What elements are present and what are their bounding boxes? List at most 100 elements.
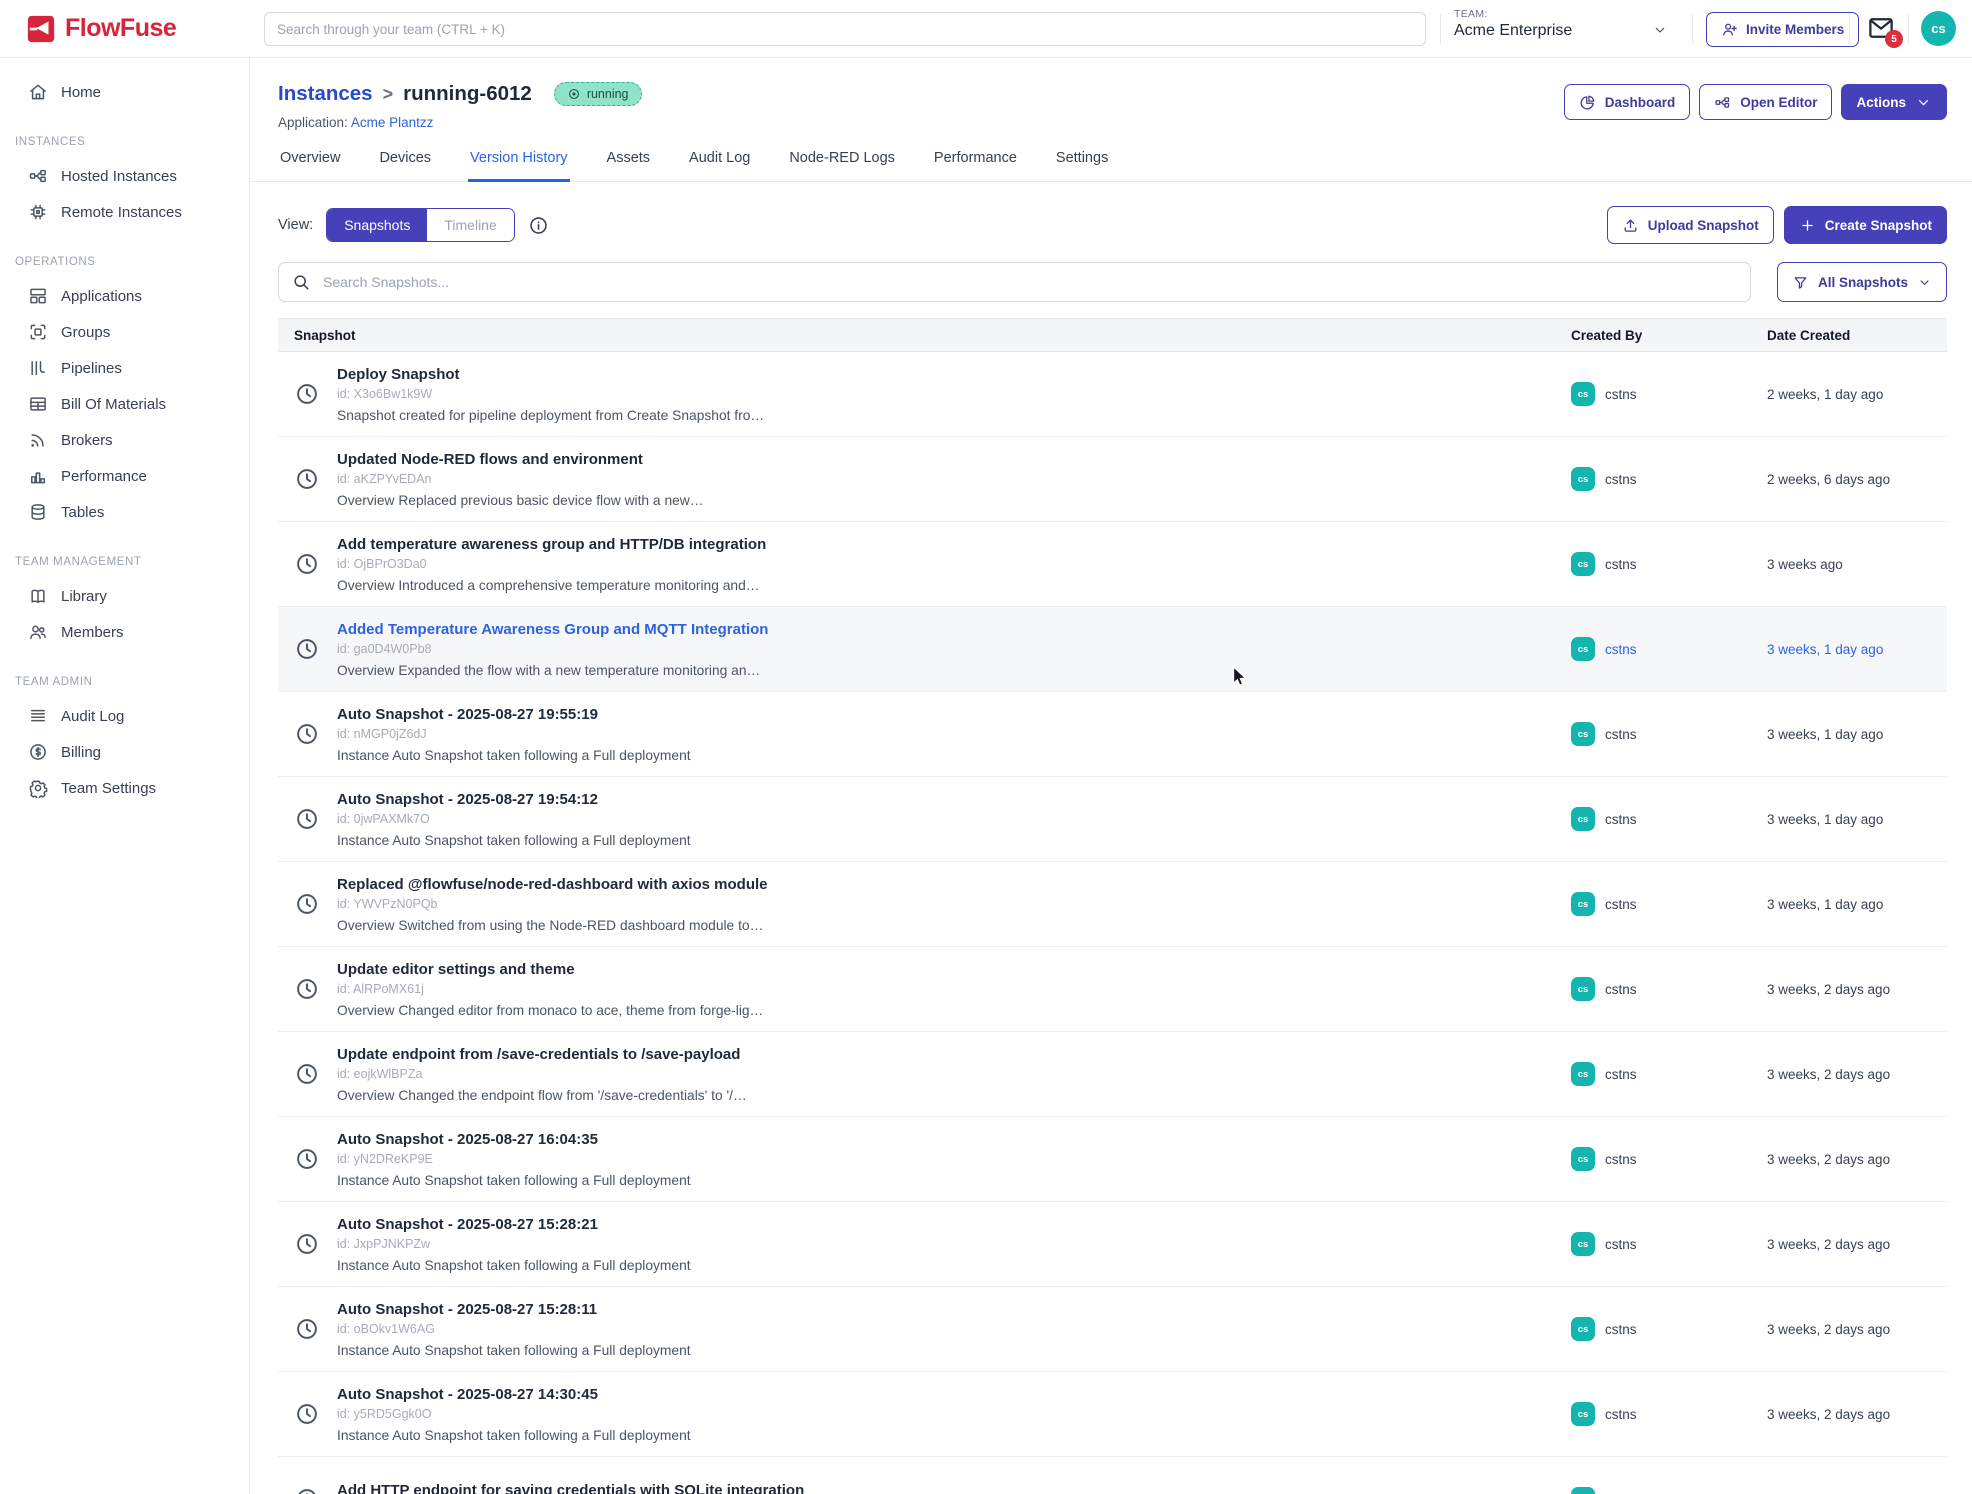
snapshot-row[interactable]: Updated Node-RED flows and environment id… <box>278 437 1947 522</box>
snapshot-title[interactable]: Updated Node-RED flows and environment <box>337 451 704 468</box>
snapshot-title[interactable]: Deploy Snapshot <box>337 366 764 383</box>
snapshot-row[interactable]: Auto Snapshot - 2025-08-27 15:28:21id: J… <box>278 1202 1947 1287</box>
snapshot-id: id: aKZPYvEDAn <box>337 472 704 486</box>
nodes-icon <box>28 166 48 186</box>
snapshot-cell: Auto Snapshot - 2025-08-27 15:28:11id: o… <box>278 1301 1559 1358</box>
notifications-button[interactable]: 5 <box>1866 13 1896 43</box>
tab-devices[interactable]: Devices <box>377 138 433 182</box>
snapshot-row[interactable]: Auto Snapshot - 2025-08-27 19:55:19id: n… <box>278 692 1947 777</box>
snapshot-title[interactable]: Auto Snapshot - 2025-08-27 19:54:12 <box>337 791 691 808</box>
chevron-down-icon[interactable] <box>1652 22 1668 38</box>
actions-button[interactable]: Actions <box>1841 84 1947 120</box>
sidebar-item-team-settings[interactable]: Team Settings <box>0 770 249 806</box>
snapshot-filter-button[interactable]: All Snapshots <box>1777 262 1947 302</box>
application-link[interactable]: Acme Plantzz <box>351 115 434 130</box>
snapshot-row[interactable]: Added Temperature Awareness Group and MQ… <box>278 607 1947 692</box>
team-search[interactable] <box>264 12 1426 46</box>
sidebar-item-label: Members <box>61 624 124 641</box>
snapshot-title[interactable]: Replaced @flowfuse/node-red-dashboard wi… <box>337 876 768 893</box>
sidebar-item-audit-log[interactable]: Audit Log <box>0 698 249 734</box>
sidebar-item-members[interactable]: Members <box>0 614 249 650</box>
snapshot-title[interactable]: Auto Snapshot - 2025-08-27 14:30:45 <box>337 1386 691 1403</box>
snapshot-title[interactable]: Auto Snapshot - 2025-08-27 15:28:11 <box>337 1301 691 1318</box>
sidebar-item-label: Brokers <box>61 432 113 449</box>
snapshot-description: Overview Replaced previous basic device … <box>337 493 704 508</box>
snapshot-row[interactable]: Add HTTP endpoint for saving credentials… <box>278 1457 1947 1494</box>
snapshot-row[interactable]: Deploy Snapshotid: X3o6Bw1k9WSnapshot cr… <box>278 352 1947 437</box>
sidebar-item-bill-of-materials[interactable]: Bill Of Materials <box>0 386 249 422</box>
view-toggle-snapshots[interactable]: Snapshots <box>327 209 427 241</box>
flowfuse-logo[interactable]: FlowFuse <box>26 14 226 44</box>
snapshot-search[interactable] <box>278 262 1751 302</box>
sidebar-item-applications[interactable]: Applications <box>0 278 249 314</box>
bar-chart-icon <box>28 466 48 486</box>
tab-version-history[interactable]: Version History <box>468 138 570 182</box>
snapshot-title[interactable]: Update endpoint from /save-credentials t… <box>337 1046 747 1063</box>
sidebar-item-billing[interactable]: Billing <box>0 734 249 770</box>
sidebar-item-performance[interactable]: Performance <box>0 458 249 494</box>
view-toggle-timeline[interactable]: Timeline <box>427 209 513 241</box>
snapshot-id: id: ga0D4W0Pb8 <box>337 642 768 656</box>
search-icon <box>291 272 311 292</box>
snapshot-row[interactable]: Add temperature awareness group and HTTP… <box>278 522 1947 607</box>
snapshots-table: Snapshot Created By Date Created Deploy … <box>278 318 1947 1494</box>
snapshot-description: Instance Auto Snapshot taken following a… <box>337 1343 691 1358</box>
sidebar-item-remote-instances[interactable]: Remote Instances <box>0 194 249 230</box>
tab-node-red-logs[interactable]: Node-RED Logs <box>787 138 897 182</box>
snapshot-row[interactable]: Auto Snapshot - 2025-08-27 19:54:12id: 0… <box>278 777 1947 862</box>
sidebar-item-groups[interactable]: Groups <box>0 314 249 350</box>
snapshot-row[interactable]: Auto Snapshot - 2025-08-27 14:30:45id: y… <box>278 1372 1947 1457</box>
snapshot-title[interactable]: Auto Snapshot - 2025-08-27 19:55:19 <box>337 706 691 723</box>
clock-icon <box>294 1146 320 1172</box>
tab-performance[interactable]: Performance <box>932 138 1019 182</box>
divider <box>1849 14 1850 44</box>
tab-settings[interactable]: Settings <box>1054 138 1110 182</box>
clock-icon <box>294 636 320 662</box>
tab-overview[interactable]: Overview <box>278 138 342 182</box>
snapshot-title[interactable]: Added Temperature Awareness Group and MQ… <box>337 621 768 638</box>
created-by-cell: cscstns <box>1559 1062 1755 1086</box>
status-badge: running <box>554 82 642 106</box>
snapshot-title[interactable]: Add temperature awareness group and HTTP… <box>337 536 766 553</box>
sidebar-item-pipelines[interactable]: Pipelines <box>0 350 249 386</box>
snapshot-search-input[interactable] <box>278 262 1751 302</box>
sidebar-item-label: Pipelines <box>61 360 122 377</box>
team-selector[interactable]: TEAM: Acme Enterprise <box>1454 8 1572 40</box>
tab-assets[interactable]: Assets <box>605 138 653 182</box>
sidebar-item-tables[interactable]: Tables <box>0 494 249 530</box>
sidebar-item-hosted-instances[interactable]: Hosted Instances <box>0 158 249 194</box>
sidebar-item-home[interactable]: Home <box>0 74 249 110</box>
created-by-cell: cscstns <box>1559 1147 1755 1171</box>
tab-audit-log[interactable]: Audit Log <box>687 138 752 182</box>
info-icon[interactable] <box>528 215 549 236</box>
snapshot-row[interactable]: Update endpoint from /save-credentials t… <box>278 1032 1947 1117</box>
snapshots-toolbar: View: SnapshotsTimeline Upload Snapshot … <box>278 206 1947 244</box>
date-created-cell: 3 weeks, 2 days ago <box>1755 1237 1947 1252</box>
create-snapshot-button[interactable]: Create Snapshot <box>1784 206 1947 244</box>
open-editor-button[interactable]: Open Editor <box>1699 84 1832 120</box>
user-avatar[interactable]: cs <box>1921 11 1956 46</box>
sidebar-item-label: Team Settings <box>61 780 156 797</box>
upload-snapshot-button[interactable]: Upload Snapshot <box>1607 206 1774 244</box>
team-search-input[interactable] <box>264 12 1426 46</box>
breadcrumb-instances-link[interactable]: Instances <box>278 82 373 106</box>
sidebar-item-brokers[interactable]: Brokers <box>0 422 249 458</box>
sidebar-item-library[interactable]: Library <box>0 578 249 614</box>
dashboard-button[interactable]: Dashboard <box>1564 84 1691 120</box>
snapshot-title[interactable]: Add HTTP endpoint for saving credentials… <box>337 1482 804 1494</box>
snapshot-title[interactable]: Update editor settings and theme <box>337 961 763 978</box>
clock-icon <box>294 976 320 1002</box>
snapshot-row[interactable]: Update editor settings and themeid: AlRP… <box>278 947 1947 1032</box>
snapshot-row[interactable]: Auto Snapshot - 2025-08-27 15:28:11id: o… <box>278 1287 1947 1372</box>
created-by-cell: cscstns <box>1559 1232 1755 1256</box>
main-content: Instances > running-6012 running Applica… <box>250 58 1972 1494</box>
invite-members-button[interactable]: Invite Members <box>1706 12 1859 47</box>
snapshot-title[interactable]: Auto Snapshot - 2025-08-27 15:28:21 <box>337 1216 691 1233</box>
snapshot-row[interactable]: Auto Snapshot - 2025-08-27 16:04:35id: y… <box>278 1117 1947 1202</box>
pie-chart-icon <box>1579 94 1596 111</box>
snapshot-title[interactable]: Auto Snapshot - 2025-08-27 16:04:35 <box>337 1131 691 1148</box>
snapshot-cell: Auto Snapshot - 2025-08-27 14:30:45id: y… <box>278 1386 1559 1443</box>
date-created-cell: 2 weeks, 6 days ago <box>1755 472 1947 487</box>
user-plus-icon <box>1721 21 1738 38</box>
snapshot-row[interactable]: Replaced @flowfuse/node-red-dashboard wi… <box>278 862 1947 947</box>
